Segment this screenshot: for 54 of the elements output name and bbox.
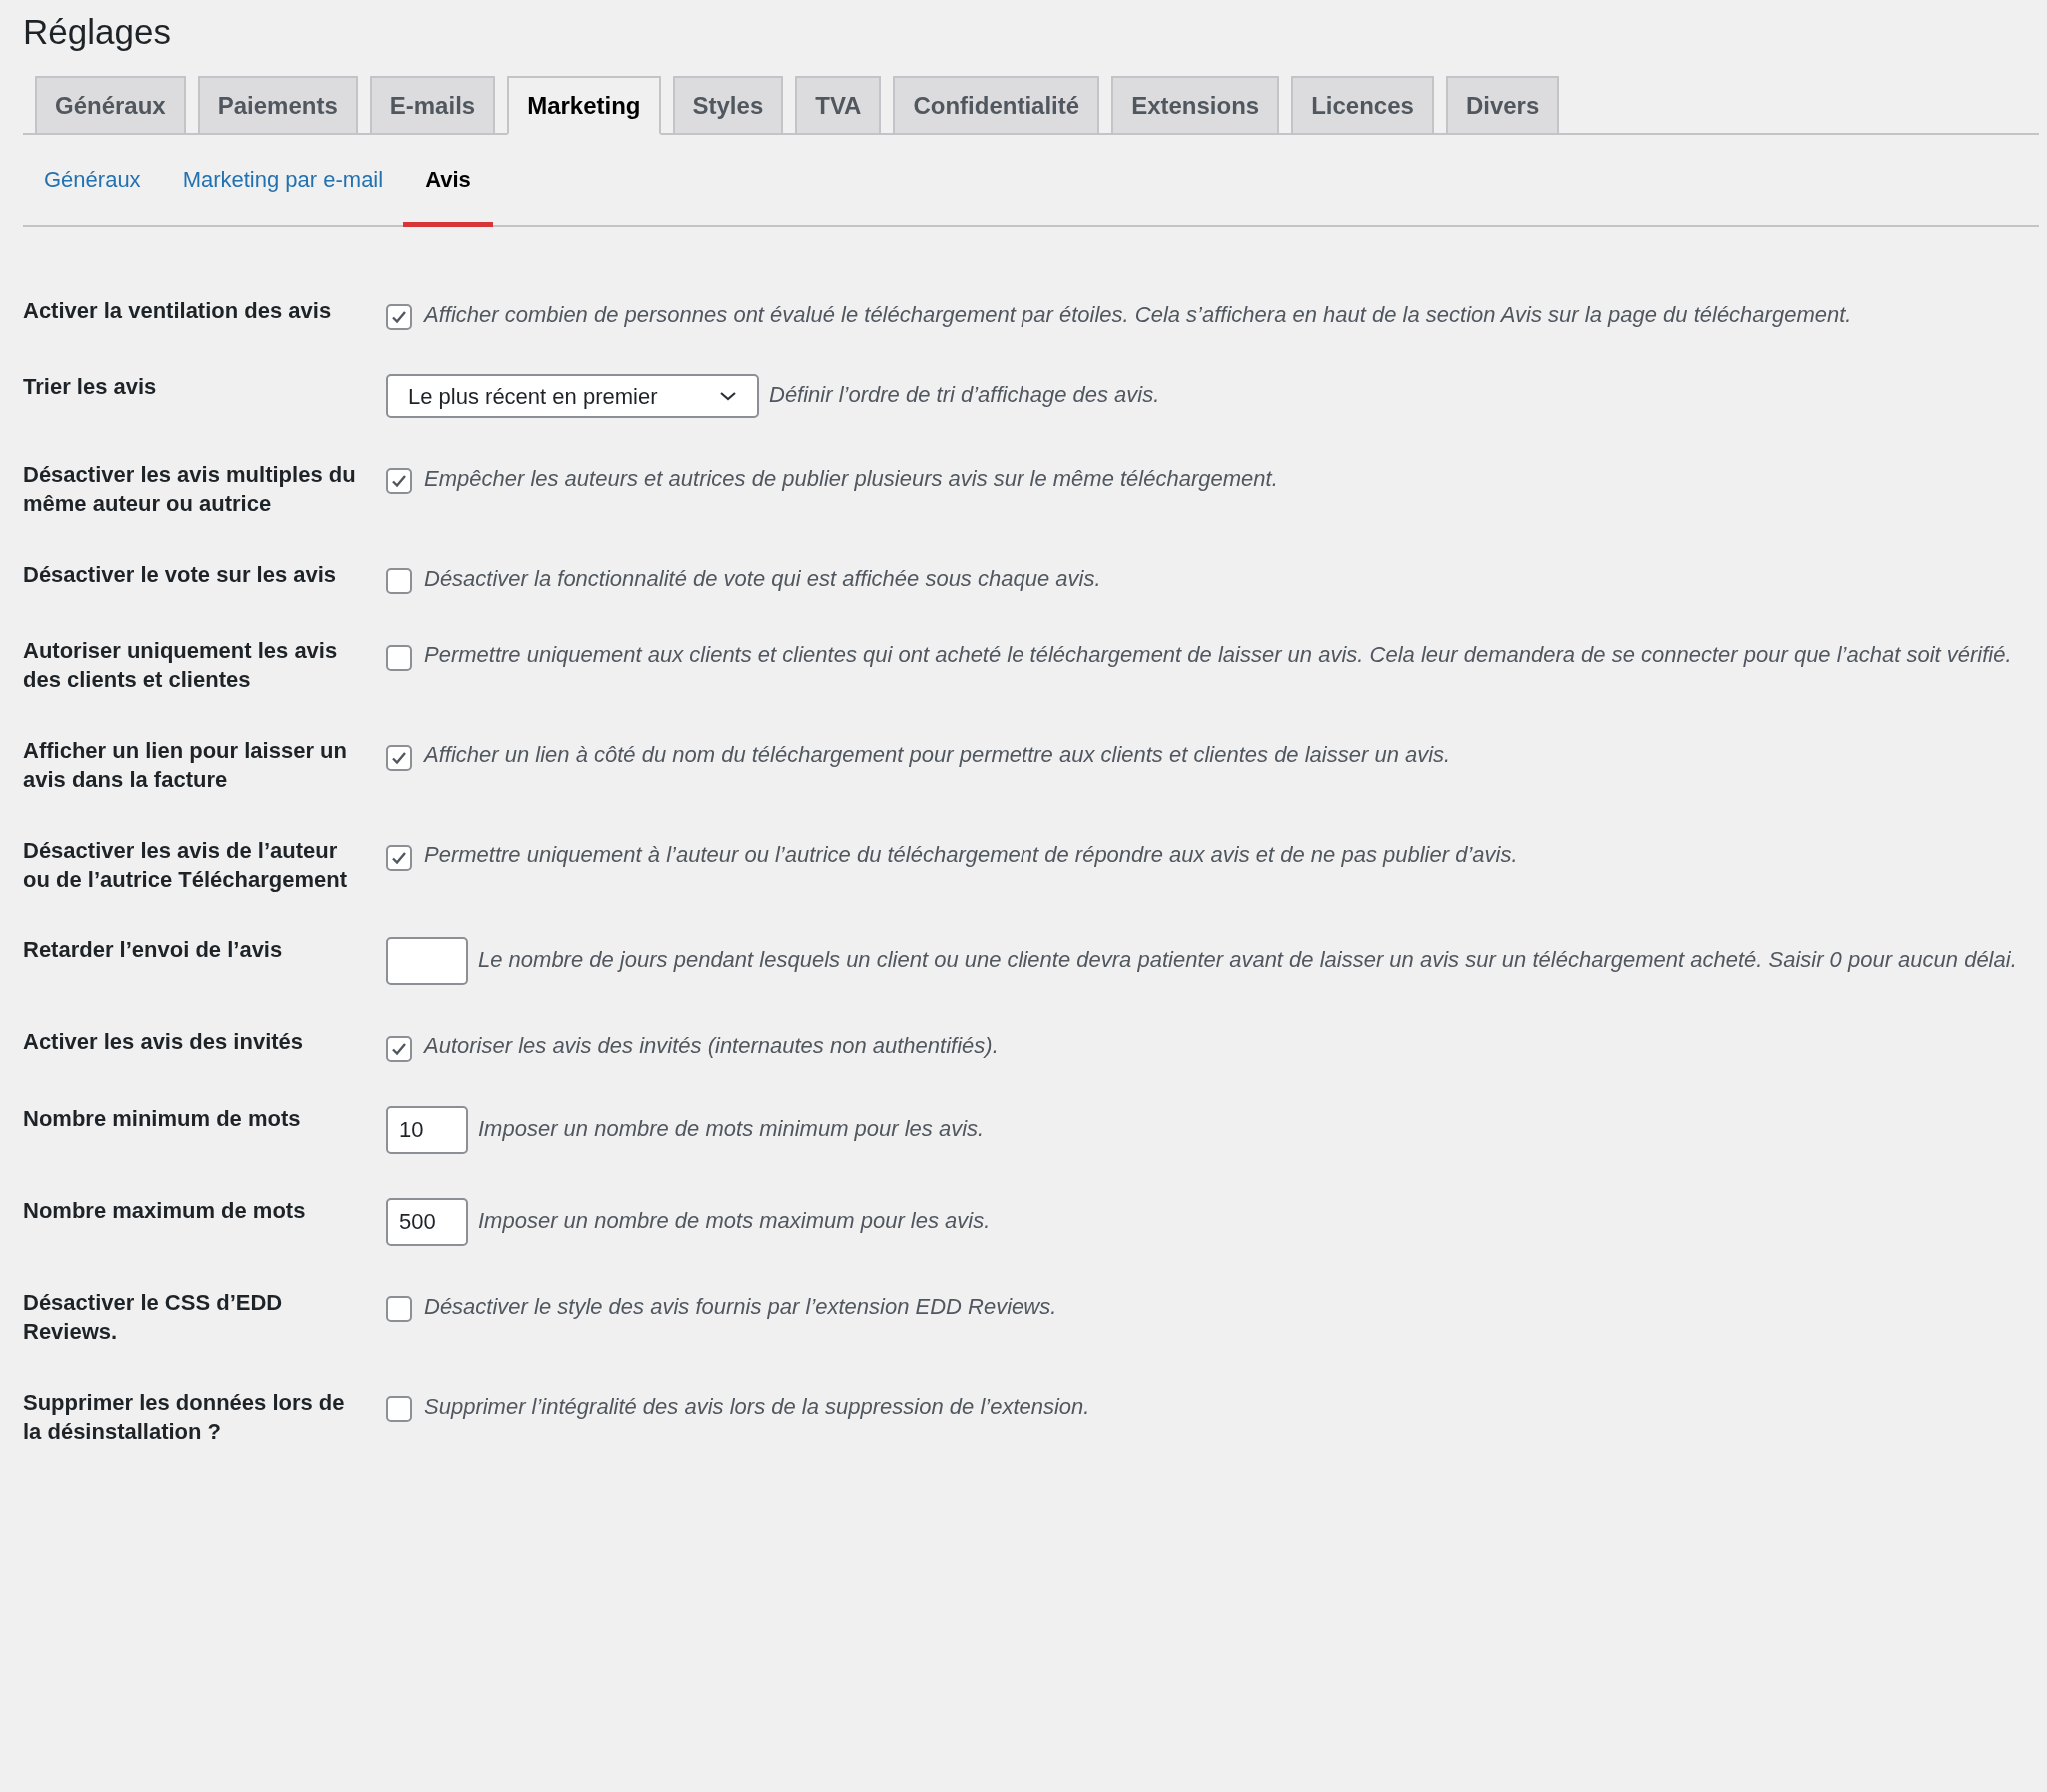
settings-tab[interactable]: E-mails bbox=[369, 76, 496, 133]
settings-tab[interactable]: Styles bbox=[672, 76, 784, 133]
settings-tab[interactable]: TVA bbox=[795, 76, 882, 133]
setting-label: Nombre maximum de mots bbox=[23, 1197, 306, 1223]
setting-label: Supprimer les données lors de la désinstallation ? bbox=[23, 1389, 345, 1444]
setting-description: Afficher combien de personnes ont évalué le téléchargement par étoiles. Cela s’affichera en haut de la section Avis sur la page du téléchargement. bbox=[424, 301, 1852, 329]
settings-tab[interactable]: Extensions bbox=[1111, 76, 1280, 133]
chevron-down-icon bbox=[719, 390, 737, 403]
setting-description: Supprimer l’intégralité des avis lors de la suppression de l’extension. bbox=[424, 1392, 1090, 1421]
checkbox[interactable] bbox=[386, 1295, 412, 1322]
setting-label: Activer les avis des invités bbox=[23, 1029, 304, 1055]
setting-description: Le nombre de jours pendant lesquels un client ou une cliente devra patienter avant de laisser un avis sur un téléchargement acheté. Saisir 0 pour aucun délai. bbox=[478, 947, 2017, 973]
sort-select[interactable]: Le plus récent en premier bbox=[386, 374, 759, 419]
setting-label: Activer la ventilation des avis bbox=[23, 298, 332, 323]
setting-label: Retarder l’envoi de l’avis bbox=[23, 937, 283, 963]
setting-description: Imposer un nombre de mots minimum pour les avis. bbox=[478, 1115, 985, 1141]
section-link[interactable]: Marketing par e-mail bbox=[182, 135, 384, 225]
settings-tab[interactable]: Divers bbox=[1445, 76, 1560, 133]
section-link[interactable]: Avis bbox=[403, 135, 493, 227]
page-title: Réglages bbox=[23, 11, 171, 53]
setting-description: Définir l’ordre de tri d’affichage des avis. bbox=[769, 382, 1160, 407]
setting-label: Afficher un lien pour laisser un avis dans la facture bbox=[23, 738, 347, 793]
setting-description: Autoriser les avis des invités (internautes non authentifiés). bbox=[424, 1032, 999, 1061]
checkbox[interactable] bbox=[386, 644, 412, 671]
number-field[interactable] bbox=[386, 937, 468, 986]
settings-tab[interactable]: Paiements bbox=[197, 76, 358, 133]
setting-label: Autoriser uniquement les avis des clients et clientes bbox=[23, 638, 338, 693]
setting-label: Désactiver les avis de l’auteur ou de l’autrice Téléchargement bbox=[23, 838, 347, 893]
setting-description: Empêcher les auteurs et autrices de publier plusieurs avis sur le même téléchargement. bbox=[424, 465, 1278, 494]
checkbox[interactable] bbox=[386, 304, 412, 331]
checkbox[interactable] bbox=[386, 744, 412, 771]
settings-tab[interactable]: Marketing bbox=[507, 76, 661, 135]
number-field[interactable]: 10 bbox=[386, 1105, 468, 1154]
settings-tab[interactable]: Généraux bbox=[35, 76, 186, 133]
setting-description: Désactiver la fonctionnalité de vote qui est affichée sous chaque avis. bbox=[424, 565, 1101, 594]
setting-label: Trier les avis bbox=[23, 374, 157, 400]
settings-tab[interactable]: Licences bbox=[1291, 76, 1434, 133]
checkbox[interactable] bbox=[386, 1395, 412, 1422]
setting-description: Permettre uniquement à l’auteur ou l’autrice du téléchargement de répondre aux avis et de ne pas publier d’avis. bbox=[424, 841, 1518, 870]
setting-description: Désactiver le style des avis fournis par l’extension EDD Reviews. bbox=[424, 1292, 1057, 1321]
checkbox[interactable] bbox=[386, 568, 412, 595]
setting-label: Nombre minimum de mots bbox=[23, 1105, 301, 1131]
setting-label: Désactiver le vote sur les avis bbox=[23, 562, 337, 588]
setting-description: Afficher un lien à côté du nom du téléchargement pour permettre aux clients et clientes de laisser un avis. bbox=[424, 741, 1451, 770]
setting-label: Désactiver les avis multiples du même auteur ou autrice bbox=[23, 462, 356, 517]
settings-tab[interactable]: Confidentialité bbox=[893, 76, 1100, 133]
section-link[interactable]: Généraux bbox=[44, 135, 141, 225]
checkbox[interactable] bbox=[386, 468, 412, 495]
setting-label: Désactiver le CSS d’EDD Reviews. bbox=[23, 1289, 283, 1344]
setting-description: Permettre uniquement aux clients et clientes qui ont acheté le téléchargement de laisser un avis. Cela leur demandera de se connecter pour que l’achat soit vérifié. bbox=[424, 641, 2012, 670]
checkbox[interactable] bbox=[386, 844, 412, 871]
number-field[interactable]: 500 bbox=[386, 1197, 468, 1246]
setting-description: Imposer un nombre de mots maximum pour les avis. bbox=[478, 1207, 991, 1233]
checkbox[interactable] bbox=[386, 1035, 412, 1062]
